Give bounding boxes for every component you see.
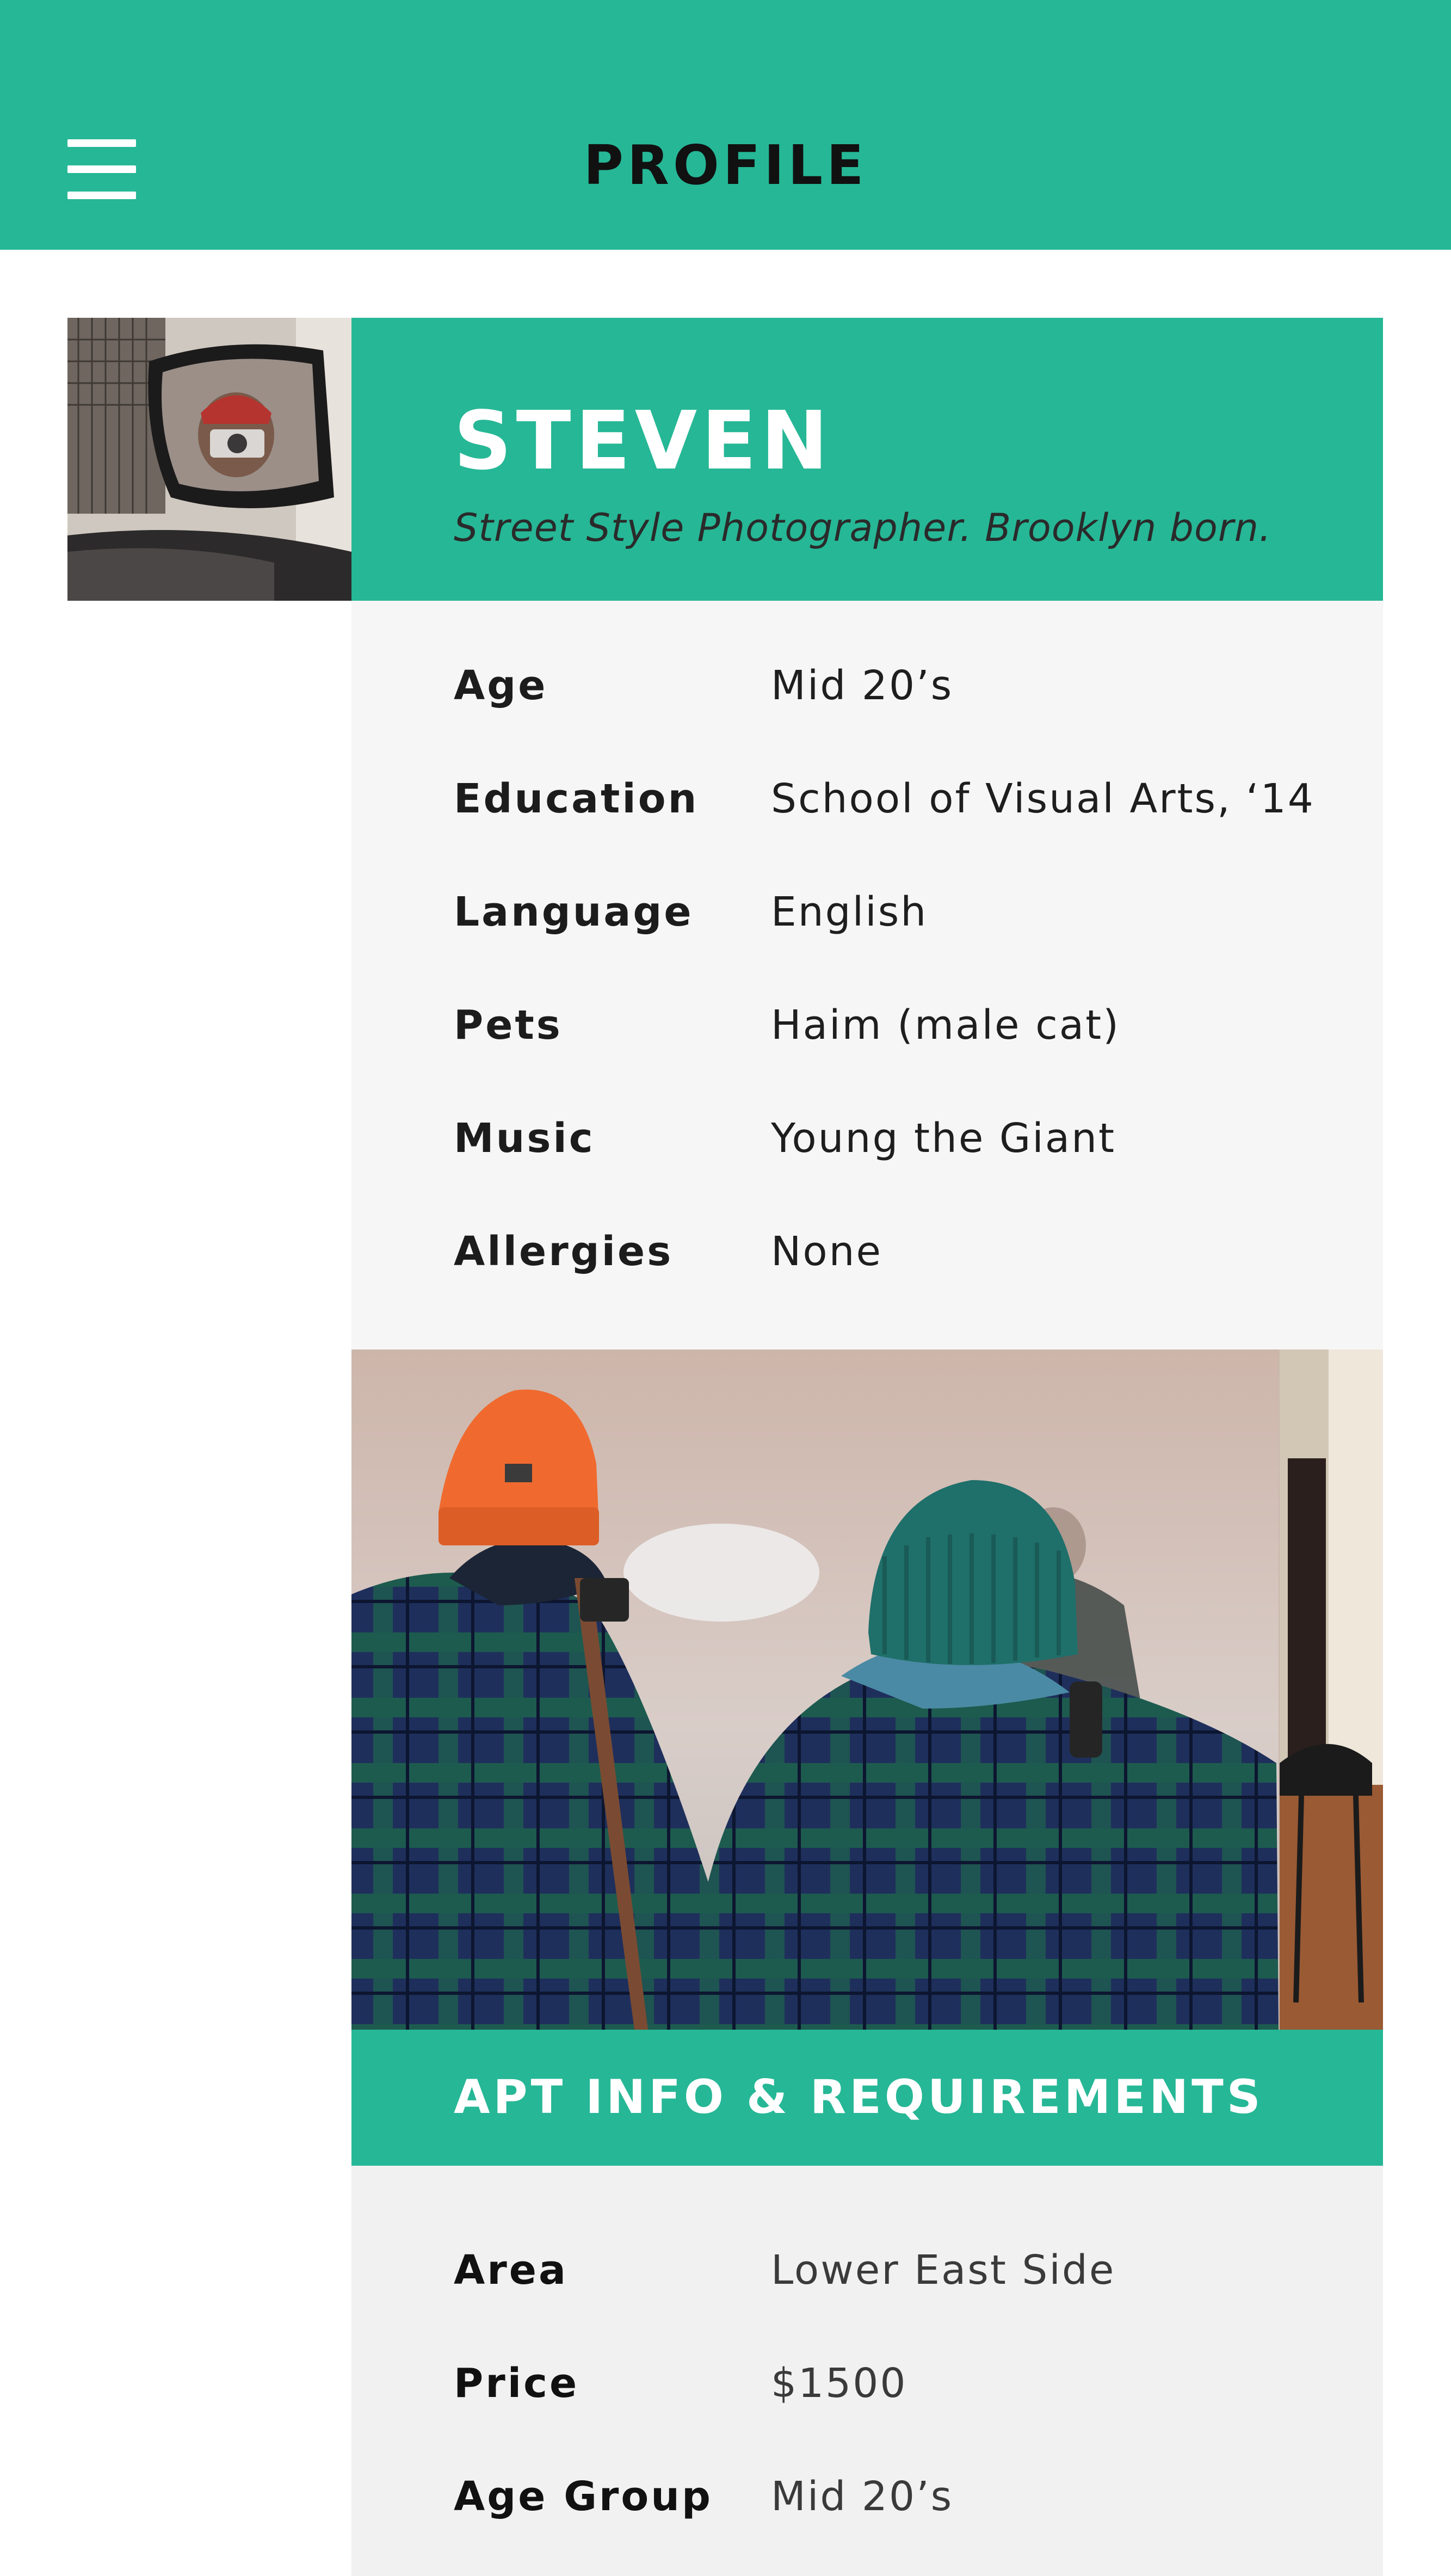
- detail-value: Mid 20’s: [771, 662, 954, 709]
- avatar-image: [67, 318, 351, 601]
- detail-row-music: Music Young the Giant: [454, 1115, 1368, 1180]
- detail-label: Pets: [454, 1002, 563, 1049]
- apt-label: Price: [454, 2360, 579, 2407]
- detail-row-language: Language English: [454, 889, 1368, 954]
- gallery-photo[interactable]: [351, 1349, 1279, 2030]
- detail-row-allergies: Allergies None: [454, 1228, 1368, 1293]
- detail-row-age: Age Mid 20’s: [454, 662, 1368, 728]
- gallery-next-photo[interactable]: [1280, 1349, 1383, 2030]
- detail-value: English: [771, 889, 928, 935]
- photo-gallery[interactable]: [351, 1349, 1383, 2030]
- detail-row-pets: Pets Haim (male cat): [454, 1002, 1368, 1067]
- detail-label: Music: [454, 1115, 595, 1162]
- profile-name: STEVEN: [454, 394, 833, 488]
- apt-value: Mid 20’s: [771, 2473, 954, 2520]
- apt-row-age-group: Age Group Mid 20’s: [454, 2473, 1368, 2538]
- detail-value: Haim (male cat): [771, 1002, 1120, 1049]
- page-title: PROFILE: [583, 133, 868, 197]
- detail-value: None: [771, 1228, 883, 1275]
- apt-label: Age Group: [454, 2473, 713, 2520]
- apt-info-title: APT INFO & REQUIREMENTS: [454, 2070, 1264, 2124]
- detail-value: Young the Giant: [771, 1115, 1116, 1162]
- profile-name-card: STEVEN Street Style Photographer. Brookl…: [351, 318, 1383, 601]
- apt-value: $1500: [771, 2360, 907, 2407]
- profile-details: Age Mid 20’s Education School of Visual …: [351, 601, 1383, 1349]
- detail-label: Education: [454, 775, 699, 822]
- apt-info-header: APT INFO & REQUIREMENTS: [351, 2030, 1383, 2166]
- profile-avatar[interactable]: [67, 318, 351, 601]
- apt-label: Area: [454, 2247, 568, 2294]
- app-header: PROFILE: [0, 0, 1451, 250]
- profile-tagline: Street Style Photographer. Brooklyn born…: [454, 506, 1272, 550]
- detail-row-education: Education School of Visual Arts, ‘14: [454, 775, 1368, 841]
- apt-row-area: Area Lower East Side: [454, 2247, 1368, 2312]
- apt-row-price: Price $1500: [454, 2360, 1368, 2425]
- detail-label: Allergies: [454, 1228, 674, 1275]
- apt-value: Lower East Side: [771, 2247, 1116, 2294]
- detail-label: Language: [454, 889, 694, 935]
- detail-label: Age: [454, 662, 548, 709]
- detail-value: School of Visual Arts, ‘14: [771, 775, 1315, 822]
- apt-details: Area Lower East Side Price $1500 Age Gro…: [351, 2166, 1383, 2576]
